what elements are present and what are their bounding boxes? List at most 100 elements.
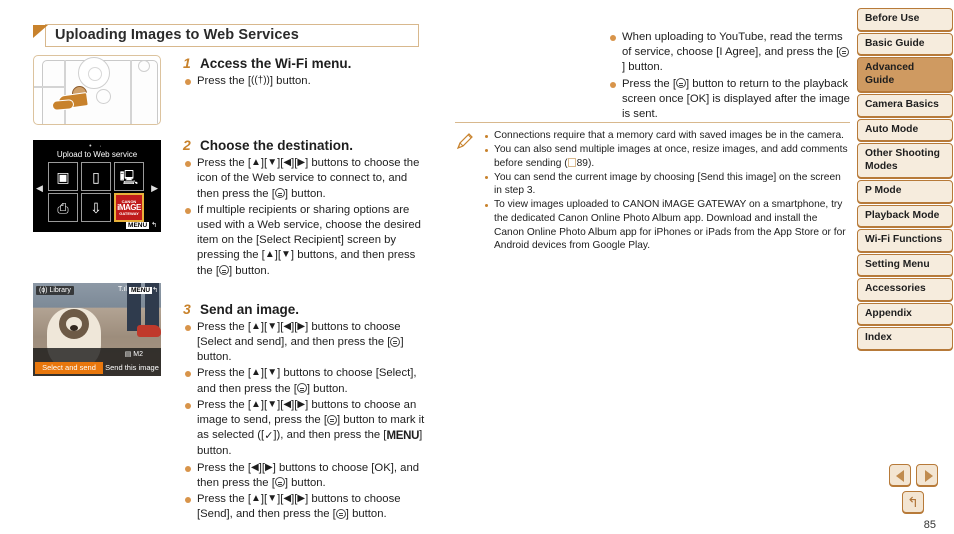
note-divider: [455, 122, 850, 123]
direction-key-icon: ▲: [251, 320, 261, 332]
sidebar-item-label: Appendix: [865, 307, 912, 319]
bullet-item: Press the [▲][▼][◀][▶] buttons to choose…: [183, 398, 428, 460]
bullet-list: Press the [((†))] button.: [183, 74, 428, 89]
camera-menu-button-icon: [96, 89, 111, 104]
sidebar-item-index[interactable]: Index: [857, 327, 953, 350]
camera-top-line: [34, 86, 66, 88]
computer-icon: 🖳: [114, 162, 144, 191]
sidebar-item-basic-guide[interactable]: Basic Guide: [857, 32, 953, 55]
menu-button-icon: MENU: [386, 430, 420, 443]
playback-status-bar: (ɸ) Library T.ıl MENU ↰: [33, 286, 161, 297]
bullet-item: Press the [▲][▼][◀][▶] buttons to choose…: [183, 320, 428, 366]
sidebar-item-wi-fi-functions[interactable]: Wi-Fi Functions: [857, 229, 953, 252]
camera-edge-line: [64, 60, 66, 124]
direction-key-icon: ▲: [251, 367, 261, 379]
sidebar-item-playback-mode[interactable]: Playback Mode: [857, 204, 953, 227]
previous-page-icon[interactable]: [889, 464, 911, 486]
screen-arrow-right-icon: ▶: [151, 183, 158, 193]
page-number: 85: [923, 519, 936, 531]
instruction-steps: 1 Access the Wi-Fi menu. Press the [((†))]…: [183, 55, 428, 524]
bullet-item: Press the [▲][▼] buttons to choose [Sele…: [183, 366, 428, 396]
sidebar-item-camera-basics[interactable]: Camera Basics: [857, 94, 953, 117]
screen-menu-hint: MENU ↰: [126, 221, 157, 229]
screen-arrow-left-icon: ◀: [36, 183, 43, 193]
note-item: You can send the current image by choosi…: [484, 171, 850, 198]
direction-key-icon: ▲: [251, 493, 261, 505]
select-and-send-button[interactable]: Select and send: [35, 362, 103, 374]
sidebar-item-advanced-guide[interactable]: Advanced Guide: [857, 57, 953, 92]
sidebar-item-setting-menu[interactable]: Setting Menu: [857, 253, 953, 276]
page-title: Uploading Images to Web Services: [55, 27, 299, 43]
image-gateway-logo: CANON iMAGE GATEWAY: [117, 199, 141, 216]
sidebar-item-appendix[interactable]: Appendix: [857, 302, 953, 325]
corner-flag-icon: [33, 25, 48, 38]
bullet-list: When uploading to YouTube, read the term…: [608, 30, 850, 122]
checkmark-icon: ✓: [264, 430, 274, 443]
direction-key-icon: ▼: [281, 249, 291, 261]
upload-to-computer-icon: ⇩: [81, 193, 111, 222]
sidebar-item-before-use[interactable]: Before Use: [857, 8, 953, 31]
sidebar-item-other-shooting-modes[interactable]: Other Shooting Modes: [857, 143, 953, 178]
note-block: Connections require that a memory card w…: [455, 122, 850, 253]
sidebar-item-label: Advanced Guide: [865, 62, 915, 86]
direction-key-icon: ▶: [297, 320, 306, 332]
sidebar-item-label: Index: [865, 332, 892, 343]
step-title: Choose the destination.: [200, 138, 354, 154]
next-page-icon[interactable]: [916, 464, 938, 486]
direction-key-icon: ▶: [297, 157, 306, 169]
smartphone-icon: ▯: [81, 162, 111, 191]
step-title: Access the Wi-Fi menu.: [200, 56, 352, 71]
sidebar-item-label: Wi-Fi Functions: [865, 234, 943, 245]
bullet-item: Press the [▲][▼][◀][▶] buttons to choose…: [183, 492, 428, 522]
step-heading: 2 Choose the destination.: [183, 137, 428, 153]
page-navigation: [889, 464, 938, 486]
web-service-icon-grid: ▣ ▯ 🖳 ⎙ ⇩ CANON iMAGE GATEWAY: [48, 162, 146, 222]
return-home-icon[interactable]: ↰: [902, 491, 924, 513]
bullet-item: When uploading to YouTube, read the term…: [608, 30, 850, 76]
direction-key-icon: ▲: [251, 398, 261, 410]
layout-spacer: [183, 281, 428, 301]
photo-dog-nose: [70, 325, 78, 331]
camera-icon: ▣: [48, 162, 78, 191]
page-reference-icon: [567, 157, 576, 167]
sidebar-item-p-mode[interactable]: P Mode: [857, 180, 953, 203]
sidebar-item-accessories[interactable]: Accessories: [857, 278, 953, 301]
direction-key-icon: ▼: [267, 398, 278, 410]
sidebar-item-label: Basic Guide: [865, 37, 925, 49]
func-set-button-icon: [274, 188, 285, 199]
bullet-item: Press the [((†))] button.: [183, 74, 428, 89]
direction-key-icon: ◀: [283, 493, 292, 505]
canon-image-gateway-icon: CANON iMAGE GATEWAY: [114, 193, 144, 222]
direction-key-icon: ◀: [283, 157, 292, 169]
func-set-button-icon: [218, 265, 229, 276]
instruction-step: 3 Send an image. Press the [▲][▼][◀][▶] bu…: [183, 301, 428, 523]
back-arrow-icon: ↰: [151, 222, 157, 229]
sidebar-item-label: Accessories: [865, 283, 926, 294]
func-set-button-icon: [327, 414, 337, 425]
playback-send-screen: (ɸ) Library T.ıl MENU ↰ ▤ M2 Select and s…: [33, 283, 161, 376]
note-list: Connections require that a memory card w…: [484, 129, 850, 253]
instruction-steps-continued: When uploading to YouTube, read the term…: [608, 30, 850, 123]
send-this-image-button[interactable]: Send this image: [105, 362, 159, 374]
sidebar-item-auto-mode[interactable]: Auto Mode: [857, 118, 953, 141]
page-header: Uploading Images to Web Services: [33, 24, 419, 47]
note-item: To view images uploaded to CANON iMAGE G…: [484, 198, 850, 252]
sidebar-item-label: Setting Menu: [865, 258, 930, 270]
camera-wifi-button-illustration: [33, 55, 161, 125]
func-set-button-icon: [390, 336, 401, 347]
image-size-label: ▤ M2: [124, 351, 143, 358]
photo-shoe: [137, 325, 161, 337]
bullet-item: Press the [] button to return to the pla…: [608, 77, 850, 123]
direction-key-icon: ▼: [267, 157, 278, 169]
step-number: 1: [183, 55, 191, 71]
bullet-list: Press the [▲][▼][◀][▶] buttons to choose…: [183, 320, 428, 523]
direction-key-icon: ▶: [297, 398, 306, 410]
playback-bottom-bar: ▤ M2 Select and send Send this image: [33, 348, 161, 376]
direction-key-icon: ◀: [283, 398, 292, 410]
direction-key-icon: ▼: [267, 493, 278, 505]
func-set-button-icon: [296, 383, 307, 394]
note-item: You can also send multiple images at onc…: [484, 143, 850, 170]
bullet-item: Press the [▲][▼][◀][▶] buttons to choose…: [183, 156, 428, 202]
bullet-item: If multiple recipients or sharing option…: [183, 203, 428, 279]
manual-page: Uploading Images to Web Services • · Upl…: [0, 0, 954, 534]
